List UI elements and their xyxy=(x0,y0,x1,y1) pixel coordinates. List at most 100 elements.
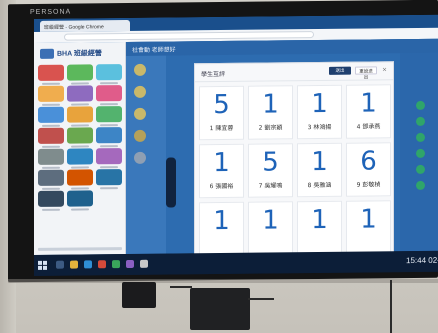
folder-icon[interactable] xyxy=(70,260,78,269)
student-cell[interactable]: 1 6 張國裕 xyxy=(199,143,244,199)
student-name: 4 鄧承燕 xyxy=(356,123,381,131)
peer-evaluation-panel: 學生互評 送出 重設送出 × 51 陳宜蓉 1 2 劉宗穎 1 3 林鴻揚 1 4 鄧承燕 1… xyxy=(194,61,394,257)
cable xyxy=(390,280,392,333)
app-icon[interactable] xyxy=(112,260,120,269)
monitor-screen: 班級經營 - Google Chrome BHA 班級經營 社會動 老師想好 學… xyxy=(34,14,438,276)
student-cell[interactable]: 1 xyxy=(199,201,244,257)
app-tile-icon[interactable] xyxy=(38,106,64,123)
app-tile-icon[interactable] xyxy=(38,148,64,165)
student-score: 1 xyxy=(311,146,328,178)
student-cell[interactable]: 1 8 吳雅涵 xyxy=(297,142,342,198)
submit-button[interactable]: 送出 xyxy=(329,66,351,75)
computer-box xyxy=(190,288,250,330)
cable xyxy=(170,286,192,288)
student-score: 1 xyxy=(360,88,377,119)
status-dot-icon xyxy=(416,132,425,142)
close-icon[interactable]: × xyxy=(382,66,387,73)
app-tile-icon[interactable] xyxy=(67,106,93,123)
search-icon[interactable] xyxy=(56,260,64,269)
student-score: 5 xyxy=(213,89,230,121)
app-tile-icon[interactable] xyxy=(96,127,122,144)
taskbar-clock: 15:44 02-2 xyxy=(406,255,438,266)
app-tile-icon[interactable] xyxy=(67,148,93,165)
avatar[interactable] xyxy=(134,129,146,142)
student-score: 1 xyxy=(311,204,328,236)
status-dot-icon xyxy=(416,100,425,110)
start-icon[interactable] xyxy=(38,260,47,270)
student-name: 1 陳宜蓉 xyxy=(209,124,234,133)
student-cell[interactable]: 5 7 吳耀鳴 xyxy=(248,143,293,198)
student-cell[interactable]: 6 9 彭敬楨 xyxy=(346,142,391,197)
panel-header: 學生互評 送出 重設送出 × xyxy=(195,62,393,83)
student-score: 1 xyxy=(262,89,279,120)
student-score: 6 xyxy=(360,146,377,177)
app-tile-icon[interactable] xyxy=(67,85,93,102)
avatar[interactable] xyxy=(134,63,146,76)
browser-icon[interactable] xyxy=(84,260,92,269)
student-cell[interactable]: 1 4 鄧承燕 xyxy=(346,84,391,139)
app-icon-grid xyxy=(38,64,122,207)
student-score: 1 xyxy=(360,204,377,235)
app-tile-icon[interactable] xyxy=(38,85,64,102)
student-name: 8 吳雅涵 xyxy=(307,181,332,190)
app-tile-icon[interactable] xyxy=(38,169,64,186)
student-cell[interactable]: 1 xyxy=(297,200,342,256)
app-tile-icon[interactable] xyxy=(96,169,122,186)
avatar[interactable] xyxy=(134,107,146,120)
avatar[interactable] xyxy=(134,85,146,98)
student-roster-column xyxy=(126,55,166,255)
app-tile-icon[interactable] xyxy=(67,127,93,144)
browser-window: 班級經營 - Google Chrome BHA 班級經營 社會動 老師想好 學… xyxy=(34,14,438,257)
app-tile-icon[interactable] xyxy=(96,64,122,81)
monitor-brand-label: PERSONA xyxy=(30,8,72,17)
student-name: 3 林鴻揚 xyxy=(307,123,332,132)
app-sidebar: BHA 班級經營 xyxy=(34,42,126,255)
student-name: 9 彭敬楨 xyxy=(356,181,381,189)
app-tile-icon[interactable] xyxy=(96,148,122,165)
student-cell[interactable]: 1 xyxy=(248,201,293,256)
app-icon[interactable] xyxy=(98,260,106,269)
student-score: 1 xyxy=(213,205,230,237)
student-name: 7 吳耀鳴 xyxy=(258,182,283,190)
app-tile-icon[interactable] xyxy=(38,190,64,207)
student-cell[interactable]: 1 2 劉宗穎 xyxy=(248,85,293,140)
app-tile-icon[interactable] xyxy=(67,64,93,81)
app-logo: BHA 班級經營 xyxy=(40,48,102,59)
student-cell[interactable]: 1 xyxy=(346,200,391,255)
logo-text: BHA 班級經營 xyxy=(57,50,102,58)
app-icon[interactable] xyxy=(140,259,148,268)
reset-submit-button[interactable]: 重設送出 xyxy=(355,66,377,80)
avatar[interactable] xyxy=(134,151,146,164)
student-cell[interactable]: 5 1 陳宜蓉 xyxy=(199,85,244,141)
status-dot-icon xyxy=(416,116,425,126)
cable xyxy=(248,298,274,300)
status-dot-icon xyxy=(416,148,425,158)
panel-title: 學生互評 xyxy=(201,70,226,79)
student-score: 1 xyxy=(311,88,328,120)
app-tile-icon[interactable] xyxy=(67,190,93,207)
wall-monitor: PERSONA 班級經營 - Google Chrome BHA 班級經營 社會… xyxy=(8,0,438,283)
student-score: 1 xyxy=(262,205,279,236)
app-topbar-text: 社會動 老師想好 xyxy=(132,47,176,54)
student-name: 6 張國裕 xyxy=(209,182,234,191)
url-input[interactable] xyxy=(64,31,314,41)
app-tile-icon[interactable] xyxy=(96,106,122,123)
app-tile-icon[interactable] xyxy=(67,169,93,186)
app-tile-icon[interactable] xyxy=(96,85,122,102)
student-score: 5 xyxy=(262,147,279,178)
student-score: 1 xyxy=(213,147,230,179)
student-score-grid: 5 1 陳宜蓉 1 2 劉宗穎 1 3 林鴻揚 1 4 鄧承燕 1 6 張國裕 5 7 吳耀鳴 1 8 吳… xyxy=(199,84,391,257)
status-dot-icon xyxy=(416,180,425,190)
windows-taskbar: 15:44 02-2 xyxy=(34,250,438,276)
app-tile-icon[interactable] xyxy=(38,64,64,81)
status-dot-icon xyxy=(416,164,425,174)
right-status-column xyxy=(400,52,438,252)
app-tile-icon[interactable] xyxy=(38,127,64,144)
student-cell[interactable]: 1 3 林鴻揚 xyxy=(297,84,342,140)
monitor-shadow xyxy=(8,279,438,283)
sidebar-footer xyxy=(38,247,122,251)
app-icon[interactable] xyxy=(126,259,134,269)
student-name: 2 劉宗穎 xyxy=(258,124,283,132)
figure-silhouette xyxy=(166,157,176,208)
media-box xyxy=(122,282,156,308)
